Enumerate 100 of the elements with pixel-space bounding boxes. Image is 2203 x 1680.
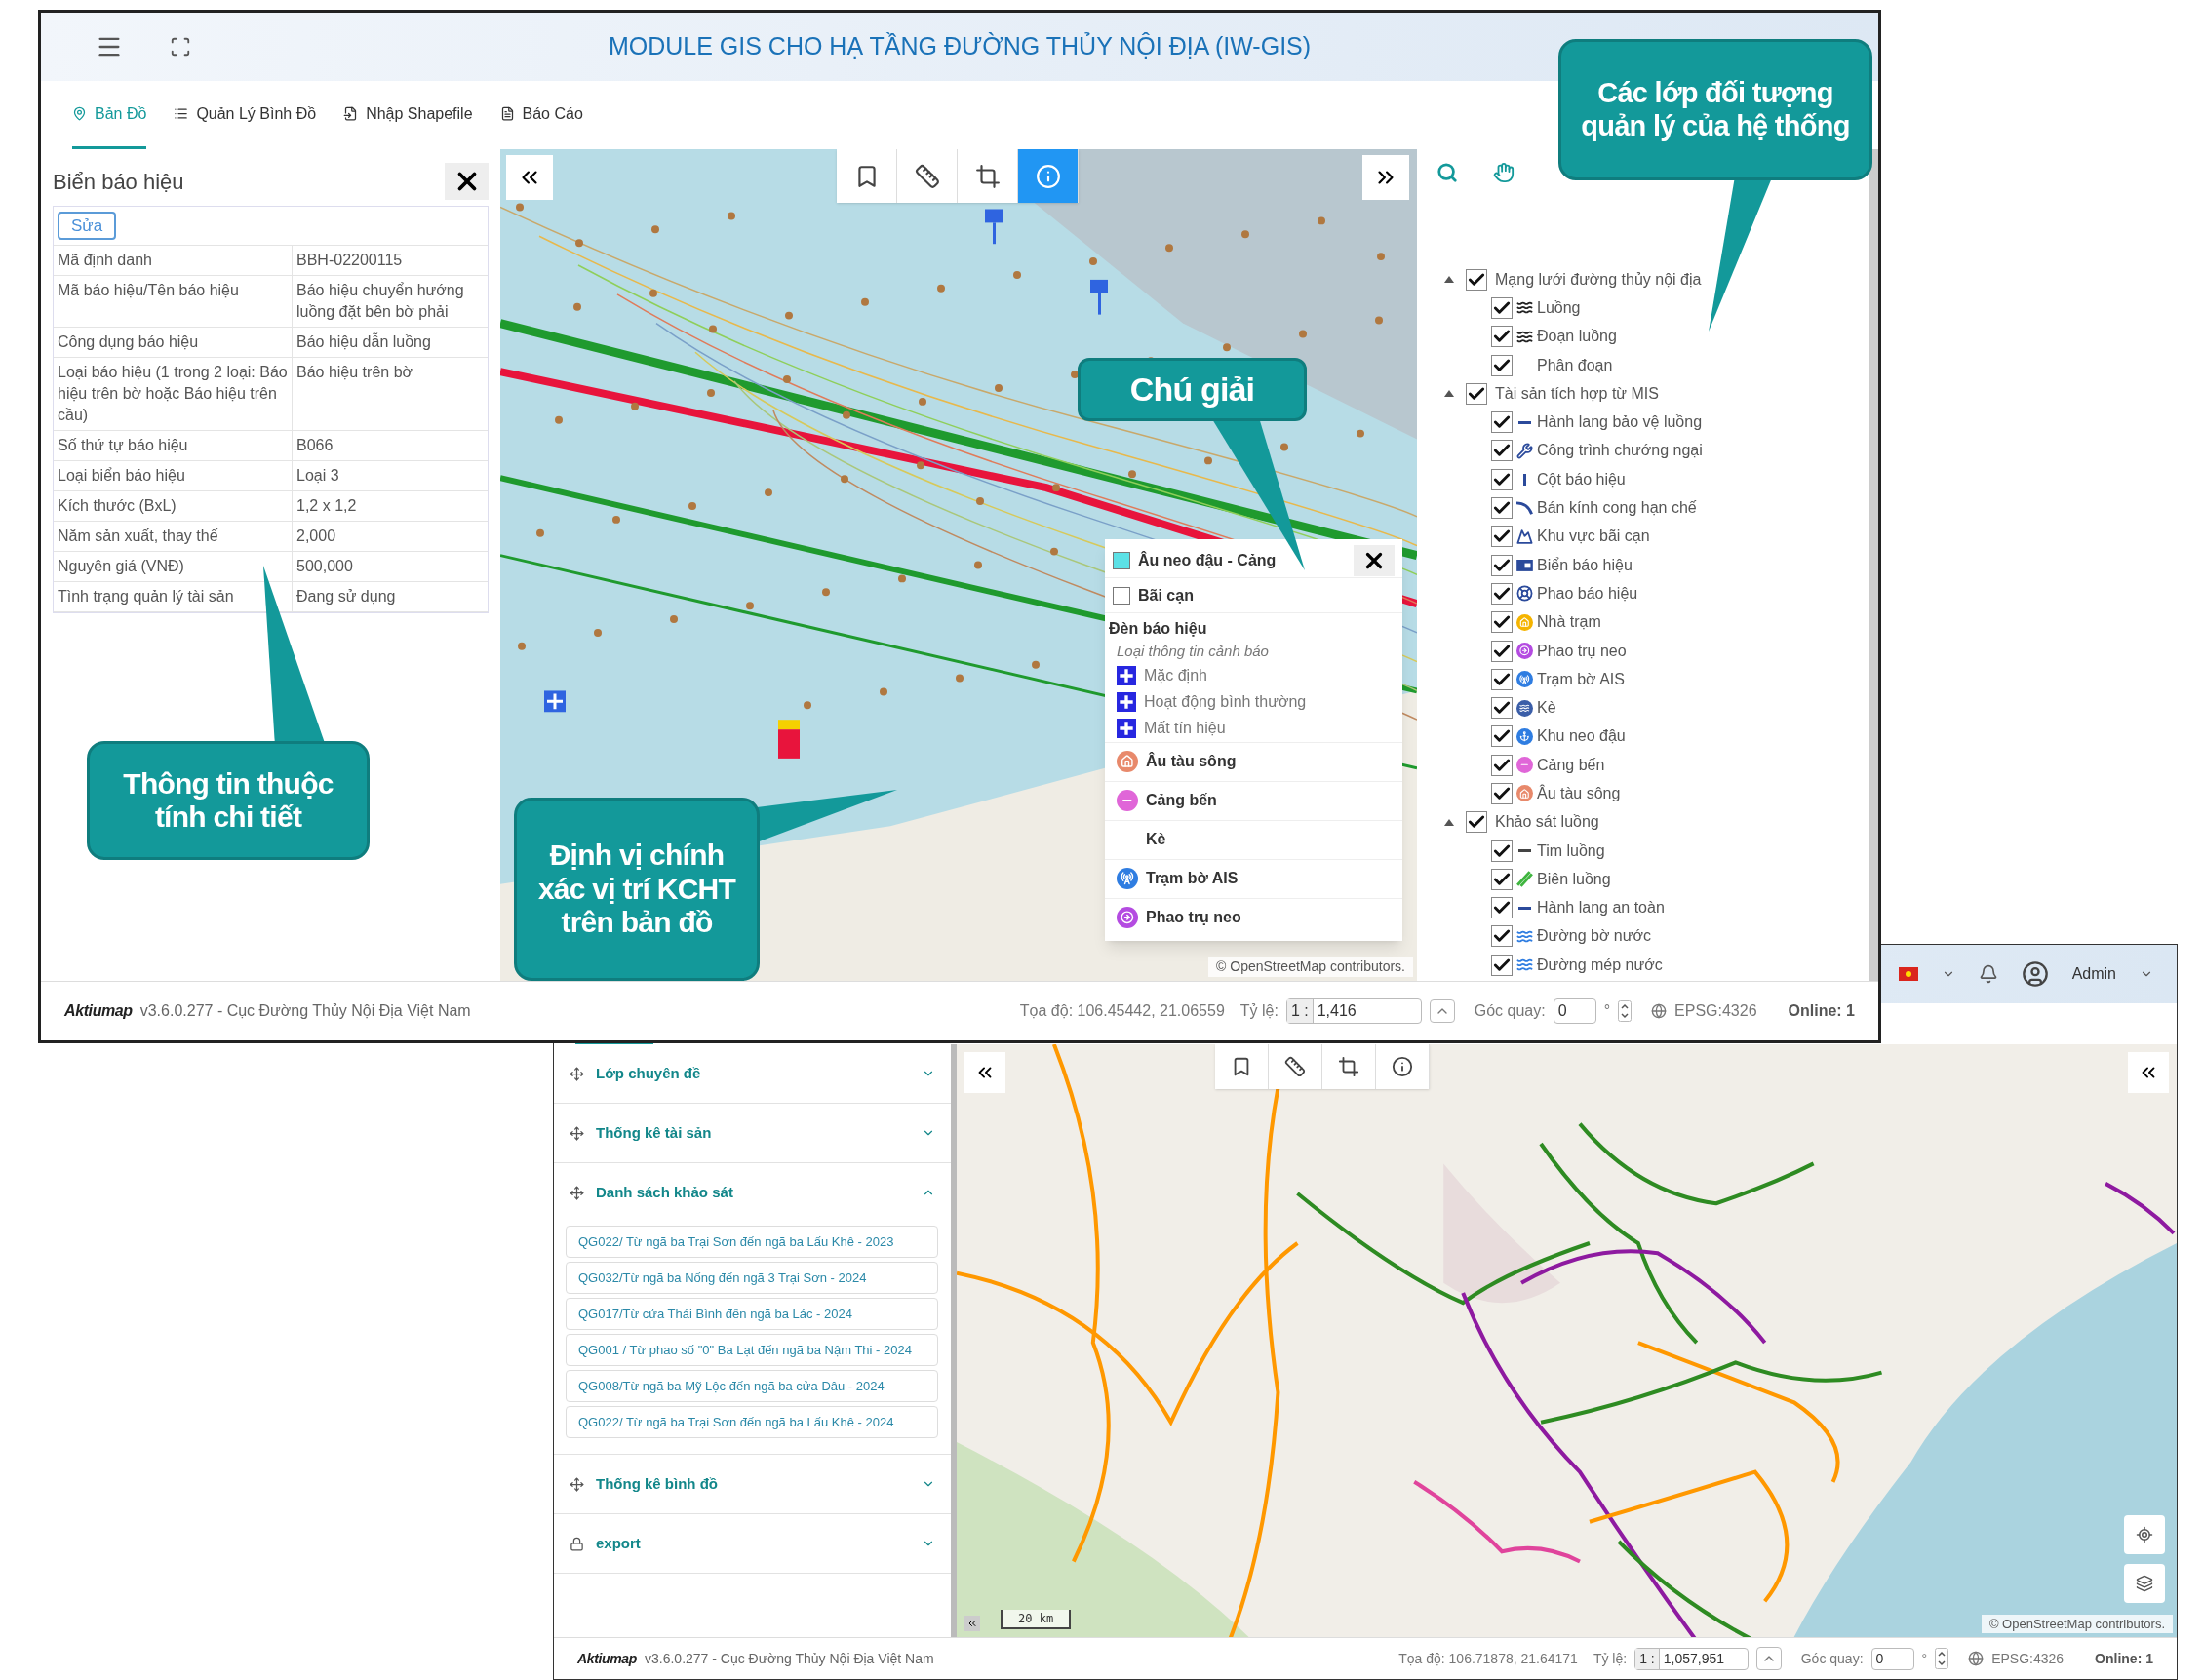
plus-marker[interactable]	[544, 690, 566, 713]
search-icon[interactable]	[1436, 162, 1458, 183]
move-icon	[570, 1476, 584, 1492]
checkbox[interactable]	[1491, 440, 1513, 462]
checkbox[interactable]	[1491, 468, 1513, 490]
flag-icon[interactable]	[1898, 967, 1918, 981]
checkbox[interactable]	[1491, 326, 1513, 348]
checkbox[interactable]	[1491, 840, 1513, 862]
collapse-right-button[interactable]	[1362, 155, 1409, 200]
degree-text: °	[1921, 1649, 1928, 1668]
checkbox[interactable]	[1491, 411, 1513, 434]
nav-tab[interactable]: Quản Lý Bình Đồ	[174, 81, 317, 149]
accordion-header[interactable]: Thống kê tài sản	[554, 1104, 951, 1162]
sign-marker[interactable]	[778, 720, 800, 759]
centerline-icon	[1518, 849, 1531, 853]
checkbox[interactable]	[1466, 382, 1487, 405]
checkbox[interactable]	[1491, 754, 1513, 776]
expand-button[interactable]	[964, 1616, 980, 1631]
map-view[interactable]: 20 km © OpenStreetMap contributors.	[957, 1044, 2177, 1637]
layer-label: Luồng	[1537, 297, 1581, 318]
crop-icon	[1338, 1056, 1359, 1077]
hand-icon[interactable]	[1493, 162, 1515, 183]
fullscreen-icon[interactable]	[170, 36, 191, 58]
survey-list-item[interactable]: QG022/ Từ ngã ba Trại Sơn đến ngã ba Lấu Khê - 2023	[566, 1226, 938, 1258]
layer-label: Đường bờ nước	[1537, 926, 1651, 947]
checkbox[interactable]	[1491, 497, 1513, 519]
rotation-field[interactable]: 0	[1553, 998, 1596, 1024]
bell-icon[interactable]	[1978, 964, 1998, 984]
expand-toggle-icon[interactable]	[1444, 276, 1454, 284]
bookmark-tool-button[interactable]	[837, 149, 897, 203]
edit-button[interactable]: Sửa	[58, 211, 117, 241]
accordion-header[interactable]: export	[554, 1514, 951, 1573]
attribute-value: BBH-02200115	[295, 251, 404, 270]
survey-list-item[interactable]: QG001 / Từ phao số "0" Ba Lạt đến ngã ba Nậm Thi - 2024	[566, 1334, 938, 1366]
crop-tool-button[interactable]	[958, 149, 1018, 203]
layer-label: Hành lang an toàn	[1537, 898, 1665, 918]
survey-list-item[interactable]: QG008/Từ ngã ba Mỹ Lộc đến ngã ba cửa Dâu - 2024	[566, 1370, 938, 1402]
close-button[interactable]	[1354, 544, 1395, 576]
spinner-icon[interactable]	[1618, 1000, 1633, 1022]
collapse-left-button[interactable]	[506, 155, 553, 200]
online-text: Online: 1	[2095, 1649, 2153, 1668]
checkbox[interactable]	[1491, 611, 1513, 634]
survey-list-item[interactable]: QG022/ Từ ngã ba Trại Sơn đến ngã ba Lấu Khê - 2024	[566, 1406, 938, 1438]
close-button[interactable]	[445, 163, 489, 200]
info-tool-button[interactable]	[1376, 1044, 1430, 1089]
avatar-icon[interactable]	[2021, 960, 2049, 988]
checkbox[interactable]	[1491, 526, 1513, 548]
nav-tab[interactable]: Nhập Shapefile	[343, 81, 473, 149]
flag-marker[interactable]	[985, 209, 1003, 245]
expand-toggle-icon[interactable]	[1444, 818, 1454, 826]
checkbox[interactable]	[1491, 897, 1513, 919]
nav-tab[interactable]: Báo Cáo	[499, 81, 583, 149]
document-icon	[499, 106, 515, 121]
checkbox[interactable]	[1491, 640, 1513, 662]
scale-field[interactable]: 1 : 1,416	[1285, 998, 1422, 1024]
checkbox[interactable]	[1491, 954, 1513, 976]
rotation-label: Góc quay:	[1474, 1001, 1546, 1021]
checkbox[interactable]	[1491, 783, 1513, 804]
expand-toggle-icon[interactable]	[1444, 390, 1454, 398]
accordion-header[interactable]: Lớp chuyên đề	[554, 1044, 951, 1103]
attribute-label: Kích thước (BxL)	[54, 491, 293, 521]
survey-list-item[interactable]: QG017/Từ cửa Thái Bình đến ngã ba Lác - 2024	[566, 1298, 938, 1330]
crop-tool-button[interactable]	[1322, 1044, 1376, 1089]
layer-label: Cột báo hiệu	[1537, 469, 1626, 489]
locate-button[interactable]	[2124, 1515, 2165, 1554]
crop-icon	[974, 163, 1001, 189]
ruler-tool-button[interactable]	[897, 149, 958, 203]
boundary-icon	[1516, 871, 1533, 888]
checkbox[interactable]	[1466, 811, 1487, 834]
accordion-header[interactable]: Danh sách khảo sát	[554, 1163, 951, 1222]
spinner-icon[interactable]	[1935, 1648, 1949, 1669]
move-icon	[570, 1066, 584, 1081]
ruler-tool-button[interactable]	[1269, 1044, 1322, 1089]
accordion-header[interactable]: Thống kê bình đồ	[554, 1455, 951, 1513]
survey-list-item[interactable]: QG032/Từ ngã ba Nống đến ngã 3 Trại Sơn - 2024	[566, 1262, 938, 1294]
scale-field[interactable]: 1 : 1,057,951	[1634, 1647, 1749, 1670]
checkbox[interactable]	[1491, 925, 1513, 948]
user-name[interactable]: Admin	[2071, 962, 2116, 986]
checkbox[interactable]	[1491, 296, 1513, 319]
checkbox[interactable]	[1491, 868, 1513, 890]
attribute-value: 2,000	[295, 527, 337, 546]
checkbox[interactable]	[1466, 268, 1487, 291]
checkbox[interactable]	[1491, 354, 1513, 376]
bookmark-tool-button[interactable]	[1215, 1044, 1269, 1089]
checkbox[interactable]	[1491, 582, 1513, 605]
checkbox[interactable]	[1491, 668, 1513, 690]
post-icon	[1523, 473, 1526, 486]
checkbox[interactable]	[1491, 697, 1513, 720]
collapse-left-button[interactable]	[964, 1052, 1005, 1093]
flag-marker[interactable]	[1090, 279, 1108, 315]
layer-label: Đường mép nước	[1537, 955, 1663, 975]
attribute-value: B066	[295, 436, 334, 455]
collapse-right-button[interactable]	[2128, 1052, 2169, 1093]
rotation-label: Góc quay:	[1800, 1649, 1864, 1668]
checkbox[interactable]	[1491, 554, 1513, 576]
buoy-icon	[1516, 585, 1533, 603]
checkbox[interactable]	[1491, 725, 1513, 748]
rotation-field[interactable]: 0	[1870, 1647, 1914, 1670]
locate-icon	[2136, 1526, 2153, 1543]
layers-button[interactable]	[2124, 1564, 2165, 1603]
